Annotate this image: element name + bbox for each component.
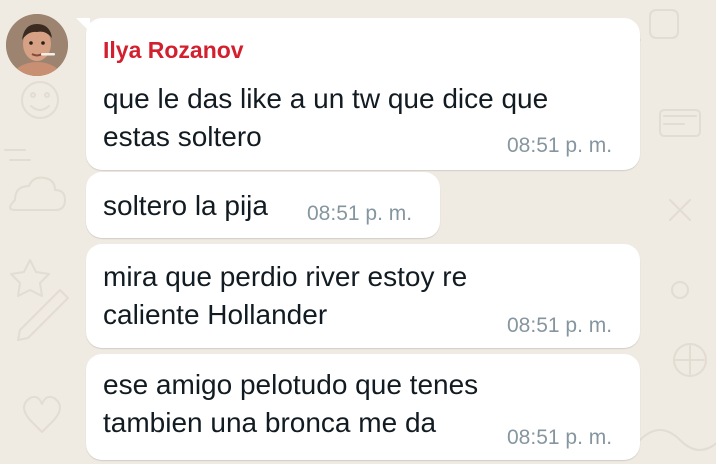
message-time: 08:51 p. m. — [507, 134, 613, 157]
message-line: mira que perdio river estoy re — [103, 261, 468, 292]
bubble-tail — [76, 18, 90, 32]
sender-name[interactable]: Ilya Rozanov — [103, 36, 244, 64]
message-bubble[interactable]: soltero la pija 08:51 p. m. — [86, 172, 440, 238]
avatar[interactable] — [6, 14, 68, 76]
message-line: que le das like a un tw que dice que — [103, 83, 549, 114]
message-time: 08:51 p. m. — [507, 426, 613, 449]
message-line: tambien una bronca me da — [103, 407, 437, 438]
message-bubble[interactable]: mira que perdio river estoy re caliente … — [86, 244, 640, 348]
message-bubble[interactable]: Ilya Rozanov que le das like a un tw que… — [76, 18, 640, 170]
message-text: mira que perdio river estoy re caliente … — [103, 258, 467, 334]
message-line: ese amigo pelotudo que tenes — [103, 369, 479, 400]
message-time: 08:51 p. m. — [507, 314, 613, 337]
message-bubble[interactable]: ese amigo pelotudo que tenes tambien una… — [86, 354, 640, 460]
message-line: caliente Hollander — [103, 299, 328, 330]
message-text: ese amigo pelotudo que tenes tambien una… — [103, 366, 478, 442]
message-text: que le das like a un tw que dice que est… — [103, 80, 548, 156]
message-time: 08:51 p. m. — [307, 202, 413, 225]
message-line: soltero la pija — [103, 190, 268, 221]
message-text: soltero la pija — [103, 187, 268, 225]
message-line: estas soltero — [103, 121, 262, 152]
